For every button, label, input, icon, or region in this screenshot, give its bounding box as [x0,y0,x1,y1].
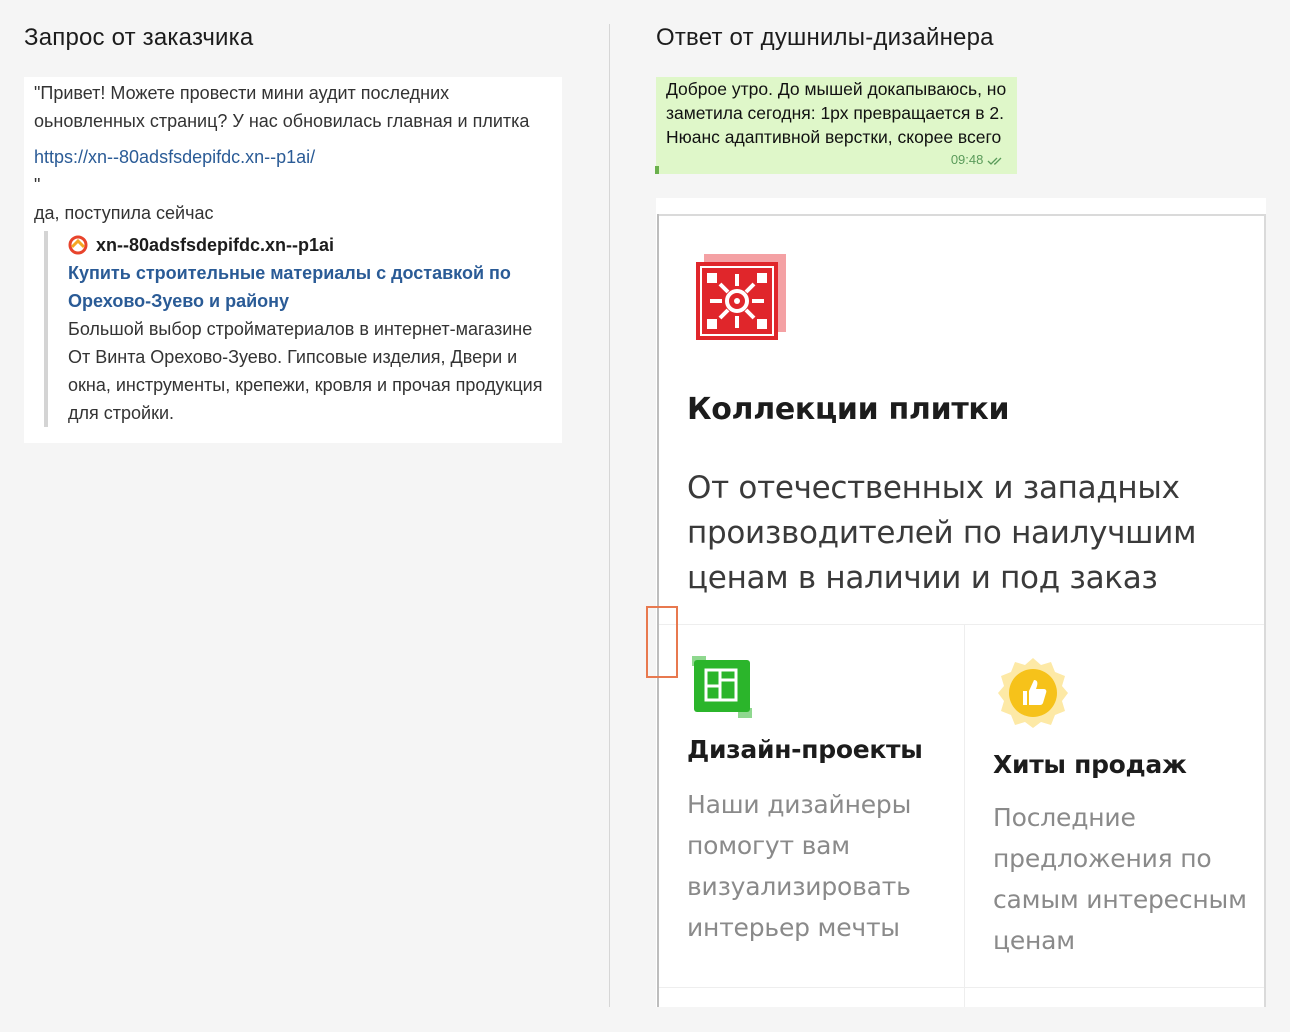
preview-header: xn--80adsfsdepifdc.xn--p1ai [68,231,552,259]
request-card: "Привет! Можете провести мини аудит посл… [24,77,562,443]
feature-hits-title: Хиты продаж [993,750,1187,779]
double-check-icon [987,157,1002,165]
collection-subheading: От отечественных и западных производител… [687,470,1197,596]
reply-text: да, поступила сейчас [34,203,214,223]
feature-hits-description: Последние предложения по самым интересны… [993,803,1247,955]
chat-bubble: Доброе утро. До мышей докапываюсь, но за… [655,77,1017,174]
preview-description: Большой выбор стройматериалов в интернет… [68,319,543,423]
request-quote-end: " [34,175,41,195]
right-column-title: Ответ от душнилы-дизайнера [656,24,994,51]
bubble-time: 09:48 [951,148,1007,172]
grid-divider-bottom [659,987,1264,988]
preview-site: xn--80adsfsdepifdc.xn--p1ai [96,235,335,255]
feature-design-description: Наши дизайнеры помогут вам визуализирова… [687,790,912,942]
collection-heading: Коллекции плитки [687,392,1010,427]
bubble-text: Доброе утро. До мышей докапываюсь, но за… [666,79,1007,147]
grid-divider-vertical [964,624,965,1007]
feature-design-title: Дизайн-проекты [687,735,923,764]
bubble-timestamp: 09:48 [950,152,984,167]
thumbs-up-badge-icon [998,658,1068,728]
mockup-border-top [658,214,1266,216]
site-mockup-screenshot: Коллекции плитки От отечественных и запа… [656,198,1266,1007]
design-grid-icon [692,656,752,718]
mockup-border-right [1264,214,1266,1007]
column-divider [609,24,610,1007]
highlight-annotation-box [646,606,678,678]
request-message: "Привет! Можете провести мини аудит посл… [34,83,530,131]
left-column-title: Запрос от заказчика [24,24,254,51]
site-favicon-icon [68,235,88,255]
grid-divider-horizontal [659,624,1264,625]
link-preview[interactable]: xn--80adsfsdepifdc.xn--p1ai Купить строи… [44,231,552,427]
request-link[interactable]: https://xn--80adsfsdepifdc.xn--p1ai/ [34,143,552,171]
preview-title[interactable]: Купить строительные материалы с доставко… [68,259,552,315]
tile-collection-logo-icon [696,254,786,340]
bubble-tail [655,166,659,174]
